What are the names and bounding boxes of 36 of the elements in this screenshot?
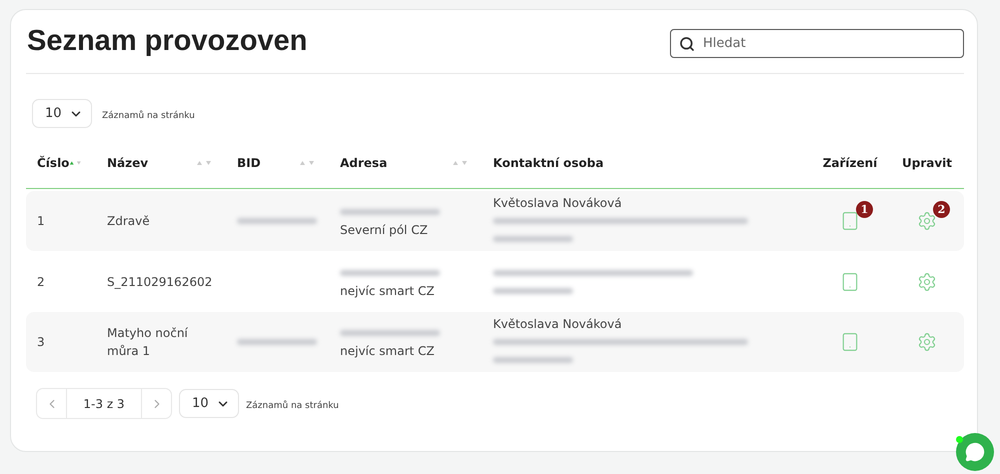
table-cell-text: 2	[36, 274, 46, 290]
sort-icon[interactable]	[452, 160, 468, 166]
cell-text: Květoslava Nováková	[493, 316, 623, 333]
sort-icon[interactable]	[196, 160, 212, 166]
search-icon	[679, 36, 695, 52]
column-header: Upravit	[902, 156, 952, 170]
column-header[interactable]: Adresa	[340, 156, 388, 170]
table-cell-text: S_211029162602	[106, 274, 214, 290]
tablet-icon[interactable]	[840, 211, 860, 231]
cell-text: Květoslava Nováková	[493, 195, 623, 212]
cell-text: Severní pól CZ	[340, 222, 429, 239]
chat-icon	[965, 442, 985, 462]
page-title: Seznam provozoven	[26, 25, 308, 58]
column-header: Zařízení	[822, 156, 878, 170]
cell-text: nejvíc smart CZ	[340, 282, 436, 300]
page-size-label: Záznamů na stránku	[102, 111, 195, 121]
page-range: 1-3 z 3	[66, 389, 142, 418]
page-size-label: Záznamů na stránku	[246, 401, 339, 411]
page-size-select[interactable]: 10	[179, 389, 239, 418]
number-badge: 1	[856, 201, 873, 218]
table-cell-text: Zdravě	[106, 213, 151, 230]
sort-icon[interactable]	[299, 160, 315, 166]
settings-icon[interactable]	[917, 211, 937, 231]
column-header[interactable]: BID	[237, 156, 261, 170]
column-header: Kontaktní osoba	[493, 156, 604, 170]
number-badge: 2	[933, 201, 950, 218]
search-field[interactable]: Hledat	[670, 29, 964, 58]
column-header[interactable]: Číslo	[37, 156, 70, 170]
table-cell-text: Matyho noční můra 1	[106, 325, 189, 360]
cell-text: nejvíc smart CZ	[340, 343, 436, 360]
page-size-select[interactable]: 10	[32, 99, 92, 128]
sort-icon[interactable]	[69, 160, 82, 166]
table-cell-text: 3	[36, 334, 46, 351]
chat-button[interactable]	[956, 433, 994, 471]
column-header[interactable]: Název	[107, 156, 148, 170]
table-cell-text: 1	[36, 213, 46, 230]
